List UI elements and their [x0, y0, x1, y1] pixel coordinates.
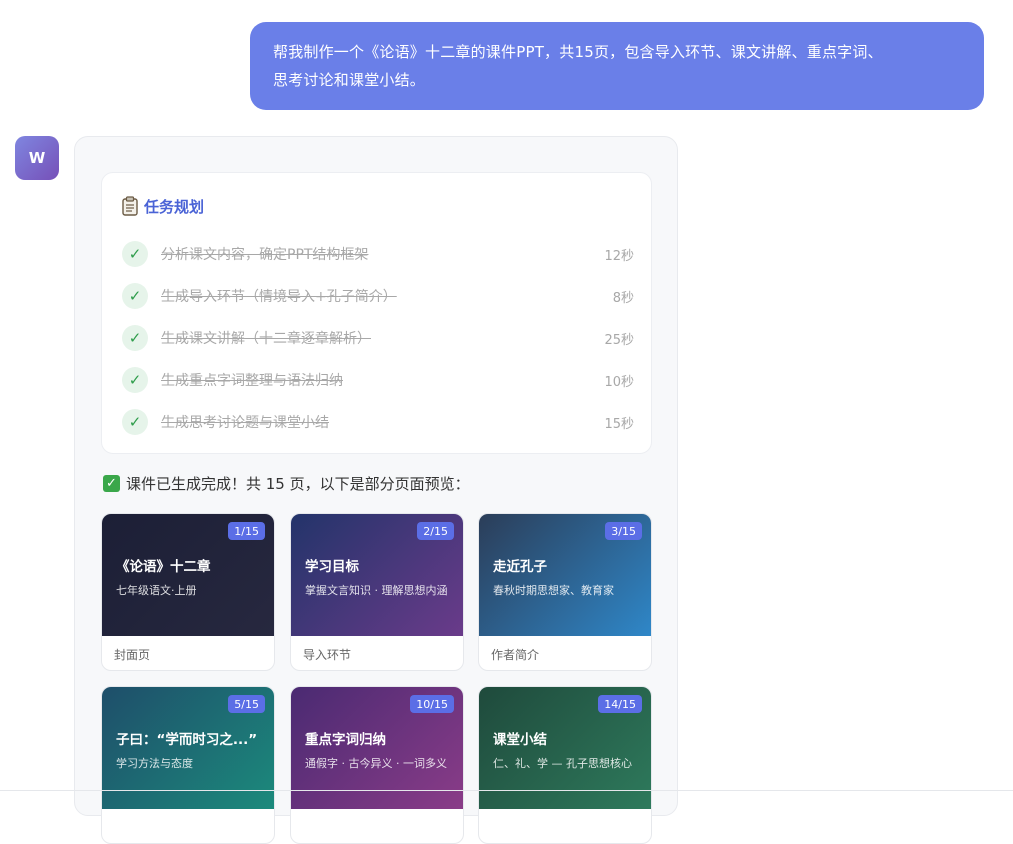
slide-title: 学习目标 [305, 559, 359, 575]
task-text: 生成导入环节（情境导入+孔子简介） [161, 289, 397, 305]
slide-subtitle: 春秋时期思想家、教育家 [493, 584, 614, 597]
slide-subtitle: 仁、礼、学 — 孔子思想核心 [493, 757, 632, 770]
slide-section-label: 封面页 [114, 648, 151, 662]
user-message-line-2: 思考讨论和课堂小结。 [273, 71, 426, 89]
slide-preview-card[interactable]: 5/15 子曰：“学而时习之...” 学习方法与态度 [101, 686, 275, 844]
task-text: 分析课文内容，确定PPT结构框架 [161, 247, 369, 263]
slide-thumbnail: 1/15 《论语》十二章 七年级语文·上册 [102, 514, 274, 636]
task-text: 生成重点字词整理与语法归纳 [161, 373, 343, 389]
page-number-badge: 10/15 [410, 695, 454, 713]
task-text: 生成思考讨论题与课堂小结 [161, 415, 329, 431]
slide-section-label: 作者简介 [491, 648, 540, 662]
assistant-avatar: W [15, 136, 59, 180]
task-plan-header: 任务规划 [122, 195, 204, 217]
page-number-badge: 1/15 [228, 522, 265, 540]
task-item: ✓ 生成课文讲解（十二章逐章解析） 25秒 [122, 317, 634, 359]
user-message-bubble: 帮我制作一个《论语》十二章的课件PPT，共15页，包含导入环节、课文讲解、重点字… [250, 22, 984, 110]
task-item: ✓ 生成重点字词整理与语法归纳 10秒 [122, 359, 634, 401]
slide-preview-card[interactable]: 3/15 走近孔子春秋时期思想家、教育家 作者简介 [478, 513, 652, 671]
slide-section-label: 导入环节 [303, 648, 352, 662]
slide-preview-card[interactable]: 10/15 重点字词归纳通假字 · 古今异义 · 一词多义 [290, 686, 464, 844]
assistant-message-panel: 任务规划 ✓ 分析课文内容，确定PPT结构框架 12秒 ✓ 生成导入环节（情境导入+孔子… [74, 136, 678, 844]
task-plan-card: 任务规划 ✓ 分析课文内容，确定PPT结构框架 12秒 ✓ 生成导入环节（情境导入+孔子… [101, 172, 652, 454]
check-icon: ✓ [122, 241, 148, 267]
completion-text: 课件已生成完成！共 15 页，以下是部分页面预览： [126, 474, 470, 493]
slide-subtitle: 七年级语文·上册 [116, 584, 197, 597]
page-number-badge: 14/15 [598, 695, 642, 713]
clipboard-icon [122, 196, 138, 216]
completion-message: ✓ 课件已生成完成！共 15 页，以下是部分页面预览： [103, 472, 470, 494]
page-number-badge: 3/15 [605, 522, 642, 540]
slide-preview-grid: 1/15 《论语》十二章 七年级语文·上册 封面页 2/15 学习目标掌握文言知识 · 理… [101, 513, 653, 844]
check-icon: ✓ [122, 283, 148, 309]
task-duration: 25秒 [604, 332, 634, 348]
slide-title: 走近孔子 [493, 559, 547, 575]
slide-thumbnail: 2/15 学习目标掌握文言知识 · 理解思想内涵 [291, 514, 463, 636]
slide-title: 重点字词归纳 [305, 732, 386, 748]
task-duration: 15秒 [604, 416, 634, 432]
slide-title: 子曰：“学而时习之...” [116, 732, 258, 748]
task-item: ✓ 生成导入环节（情境导入+孔子简介） 8秒 [122, 275, 634, 317]
slide-title: 课堂小结 [493, 732, 547, 748]
slide-preview-card[interactable]: 2/15 学习目标掌握文言知识 · 理解思想内涵 导入环节 [290, 513, 464, 671]
task-item: ✓ 生成思考讨论题与课堂小结 15秒 [122, 401, 634, 443]
user-message-line-1: 帮我制作一个《论语》十二章的课件PPT，共15页，包含导入环节、课文讲解、重点字… [273, 43, 883, 61]
page-number-badge: 2/15 [417, 522, 454, 540]
slide-preview-card[interactable]: 14/15 课堂小结仁、礼、学 — 孔子思想核心 [478, 686, 652, 844]
task-text: 生成课文讲解（十二章逐章解析） [161, 331, 371, 347]
avatar-letter: W [28, 149, 46, 167]
slide-subtitle: 掌握文言知识 · 理解思想内涵 [305, 584, 448, 597]
bottom-divider [0, 790, 1013, 791]
task-item: ✓ 分析课文内容，确定PPT结构框架 12秒 [122, 233, 634, 275]
slide-subtitle: 学习方法与态度 [116, 757, 193, 770]
check-icon: ✓ [122, 367, 148, 393]
check-icon: ✓ [122, 409, 148, 435]
task-list: ✓ 分析课文内容，确定PPT结构框架 12秒 ✓ 生成导入环节（情境导入+孔子简介） 8秒… [122, 233, 634, 443]
slide-subtitle: 通假字 · 古今异义 · 一词多义 [305, 757, 447, 770]
page-number-badge: 5/15 [228, 695, 265, 713]
slide-title: 《论语》十二章 [116, 559, 211, 575]
slide-thumbnail: 3/15 走近孔子春秋时期思想家、教育家 [479, 514, 651, 636]
task-plan-title: 任务规划 [144, 197, 205, 216]
slide-preview-card[interactable]: 1/15 《论语》十二章 七年级语文·上册 封面页 [101, 513, 275, 671]
task-duration: 12秒 [604, 248, 634, 264]
task-duration: 10秒 [604, 374, 634, 390]
check-icon: ✓ [122, 325, 148, 351]
task-duration: 8秒 [612, 290, 634, 306]
checkbox-checked-icon: ✓ [103, 474, 120, 492]
